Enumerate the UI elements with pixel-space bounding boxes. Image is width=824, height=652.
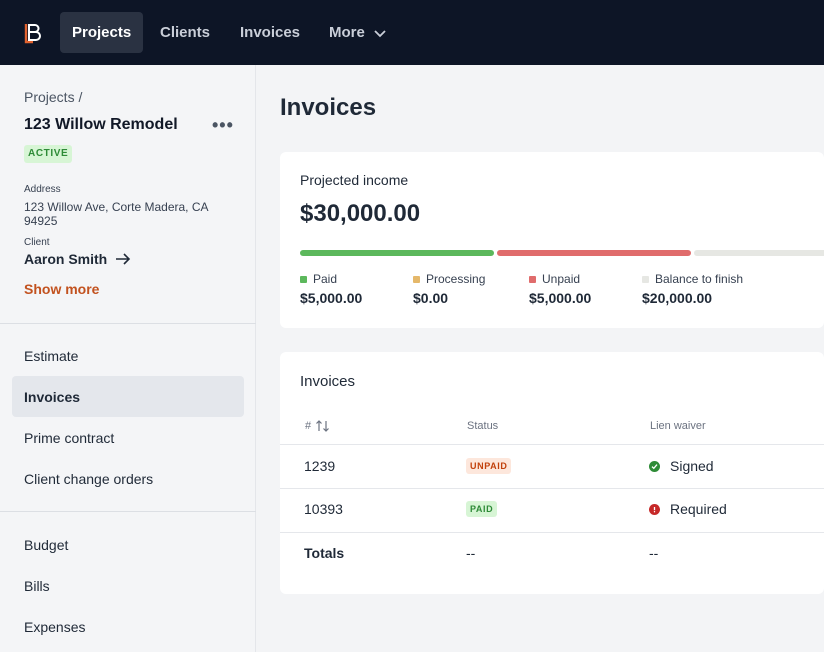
sidebar-item-estimate[interactable]: Estimate bbox=[12, 335, 244, 376]
legend-label: Processing bbox=[426, 272, 486, 286]
sidebar-item-label: Prime contract bbox=[24, 429, 115, 446]
sidebar-item-label: Estimate bbox=[24, 347, 79, 364]
sidebar: Projects / 123 Willow Remodel ••• ACTIVE… bbox=[0, 65, 256, 652]
legend-label: Balance to finish bbox=[655, 272, 744, 286]
arrow-right-icon bbox=[116, 253, 131, 265]
legend-paid: Paid $5,000.00 bbox=[300, 272, 362, 306]
invoices-table-title: Invoices bbox=[300, 373, 356, 390]
show-more-link[interactable]: Show more bbox=[24, 281, 99, 297]
legend-balance-to-finish: Balance to finish $20,000.00 bbox=[642, 272, 743, 306]
legend-unpaid: Unpaid $5,000.00 bbox=[529, 272, 591, 306]
legend-value: $5,000.00 bbox=[529, 290, 592, 306]
lien-waiver-value: Signed bbox=[670, 458, 714, 474]
legend-value: $0.00 bbox=[413, 290, 449, 306]
client-label: Client bbox=[24, 237, 50, 248]
sidebar-item-label: Bills bbox=[24, 577, 50, 594]
column-header-label: # bbox=[305, 420, 312, 432]
sidebar-item-budget[interactable]: Budget bbox=[12, 524, 244, 565]
nav-invoices[interactable]: Invoices bbox=[228, 12, 312, 53]
sidebar-item-bills[interactable]: Bills bbox=[12, 565, 244, 606]
invoices-table-card: Invoices # Status Lien waiver 1239 UNPAI… bbox=[280, 352, 824, 594]
row-divider bbox=[280, 444, 824, 445]
sort-icon[interactable] bbox=[316, 420, 330, 432]
nav-more[interactable]: More bbox=[317, 12, 399, 53]
breadcrumb[interactable]: Projects / bbox=[24, 89, 82, 105]
column-header-status[interactable]: Status bbox=[467, 420, 498, 432]
invoice-number[interactable]: 10393 bbox=[304, 501, 343, 517]
nav-clients-label: Clients bbox=[160, 24, 211, 41]
sidebar-divider bbox=[0, 323, 256, 324]
lien-waiver-value: Required bbox=[670, 501, 727, 517]
totals-lien-waiver: -- bbox=[649, 545, 659, 561]
client-link[interactable]: Aaron Smith bbox=[24, 251, 131, 267]
status-badge-paid: PAID bbox=[466, 501, 498, 517]
sidebar-item-label: Client change orders bbox=[24, 470, 154, 487]
totals-status: -- bbox=[466, 545, 476, 561]
sidebar-item-prime-contract[interactable]: Prime contract bbox=[12, 417, 244, 458]
column-header-lien-waiver[interactable]: Lien waiver bbox=[650, 420, 706, 432]
project-title: 123 Willow Remodel bbox=[24, 116, 178, 133]
invoice-number[interactable]: 1239 bbox=[304, 458, 335, 474]
more-options-icon[interactable]: ••• bbox=[212, 115, 234, 136]
chevron-down-icon bbox=[374, 29, 386, 37]
legend-dot bbox=[300, 275, 307, 283]
status-cell: PAID bbox=[466, 501, 498, 517]
column-header-number[interactable]: # bbox=[305, 420, 330, 432]
sidebar-item-label: Budget bbox=[24, 536, 69, 553]
legend-processing: Processing $0.00 bbox=[413, 272, 485, 306]
projected-income-amount: $30,000.00 bbox=[300, 200, 421, 227]
row-divider bbox=[280, 532, 824, 533]
legend-dot bbox=[642, 275, 649, 283]
projected-income-label: Projected income bbox=[300, 172, 409, 188]
sidebar-item-label: Invoices bbox=[24, 388, 81, 405]
sidebar-item-client-change-orders[interactable]: Client change orders bbox=[12, 458, 244, 499]
status-badge: ACTIVE bbox=[24, 145, 73, 163]
projected-income-card: Projected income $30,000.00 Paid $5,000.… bbox=[280, 152, 824, 328]
legend-dot bbox=[529, 275, 536, 283]
nav-projects-label: Projects bbox=[72, 24, 132, 41]
top-nav: Projects Clients Invoices More bbox=[0, 0, 824, 65]
status-cell: UNPAID bbox=[466, 458, 512, 474]
sidebar-item-label: Expenses bbox=[24, 618, 86, 635]
nav-more-label: More bbox=[329, 24, 365, 41]
lien-waiver-cell: Signed bbox=[649, 458, 714, 474]
check-circle-icon bbox=[649, 460, 660, 472]
nav-clients[interactable]: Clients bbox=[148, 12, 222, 53]
sidebar-divider bbox=[0, 511, 256, 512]
address-label: Address bbox=[24, 184, 61, 195]
legend-dot bbox=[413, 275, 420, 283]
legend-label: Unpaid bbox=[542, 272, 581, 286]
status-badge-unpaid: UNPAID bbox=[466, 458, 512, 474]
paid-bar bbox=[300, 250, 494, 256]
legend-value: $5,000.00 bbox=[300, 290, 363, 306]
sidebar-item-invoices[interactable]: Invoices bbox=[12, 376, 244, 417]
alert-circle-icon bbox=[649, 503, 660, 515]
logo-icon[interactable] bbox=[24, 22, 42, 44]
nav-invoices-label: Invoices bbox=[240, 24, 301, 41]
unpaid-bar bbox=[497, 250, 691, 256]
page-title: Invoices bbox=[280, 94, 377, 121]
legend-value: $20,000.00 bbox=[642, 290, 713, 306]
sidebar-item-expenses[interactable]: Expenses bbox=[12, 606, 244, 647]
row-divider bbox=[280, 488, 824, 489]
client-name: Aaron Smith bbox=[24, 251, 108, 267]
totals-label: Totals bbox=[304, 545, 345, 561]
balance-bar bbox=[694, 250, 824, 256]
address-value: 123 Willow Ave, Corte Madera, CA 94925 bbox=[24, 200, 208, 228]
nav-projects[interactable]: Projects bbox=[60, 12, 144, 53]
lien-waiver-cell: Required bbox=[649, 501, 727, 517]
legend-label: Paid bbox=[313, 272, 338, 286]
